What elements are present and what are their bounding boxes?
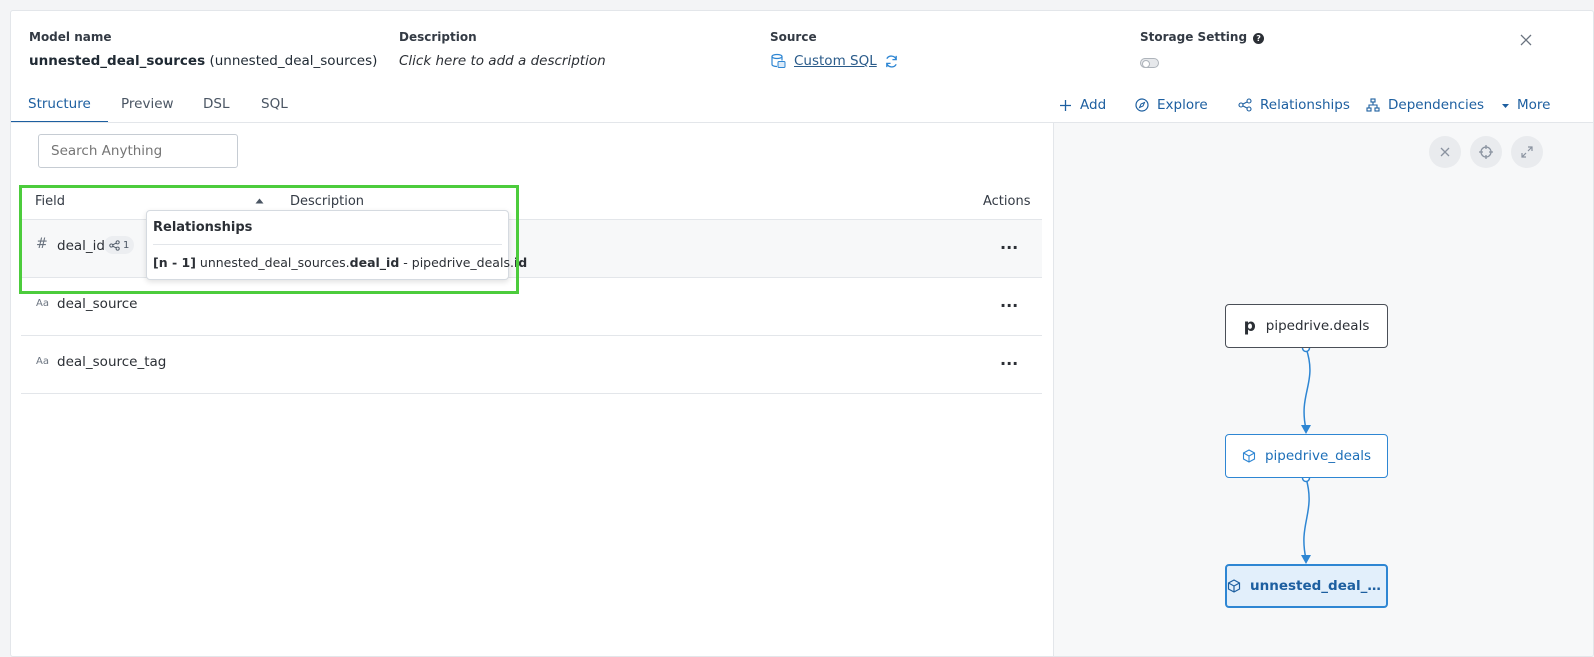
to-field: id bbox=[513, 255, 528, 270]
model-panel: Model name unnested_deal_sources (unnest… bbox=[10, 10, 1594, 657]
graph-node-pipedrive-deals-source[interactable]: p pipedrive.deals bbox=[1225, 304, 1388, 348]
more-label: More bbox=[1517, 97, 1551, 113]
search-input[interactable] bbox=[38, 134, 238, 168]
storage-toggle[interactable] bbox=[1140, 58, 1159, 68]
to-model: pipedrive_deals. bbox=[411, 255, 514, 270]
relationships-button[interactable]: Relationships bbox=[1238, 97, 1350, 113]
from-field: deal_id bbox=[349, 255, 400, 270]
model-name-section: Model name unnested_deal_sources (unnest… bbox=[29, 30, 377, 69]
field-name: deal_source bbox=[57, 296, 138, 312]
storage-toggle-wrap bbox=[1140, 53, 1264, 72]
from-model: unnested_deal_sources. bbox=[199, 255, 350, 270]
tab-dsl[interactable]: DSL bbox=[186, 95, 247, 123]
explore-button[interactable]: Explore bbox=[1135, 97, 1208, 113]
share-nodes-icon bbox=[1238, 98, 1252, 112]
description-input[interactable]: Click here to add a description bbox=[399, 53, 606, 69]
row-menu-button[interactable]: ··· bbox=[1000, 238, 1018, 257]
help-icon[interactable]: ? bbox=[1253, 33, 1265, 44]
tab-structure[interactable]: Structure bbox=[11, 95, 108, 123]
add-label: Add bbox=[1080, 97, 1107, 113]
custom-sql-link[interactable]: Custom SQL bbox=[794, 53, 877, 69]
relationships-popover: Relationships [n - 1] unnested_deal_sour… bbox=[146, 210, 527, 280]
field-name: deal_id bbox=[57, 238, 105, 254]
node-label: unnested_deal_s... bbox=[1250, 578, 1386, 594]
relationship-count: 1 bbox=[123, 239, 130, 251]
row-menu-button[interactable]: ··· bbox=[1000, 296, 1018, 315]
model-name: unnested_deal_sources bbox=[29, 53, 206, 69]
popover-divider bbox=[153, 244, 502, 245]
graph-node-pipedrive-deals-model[interactable]: pipedrive_deals bbox=[1225, 434, 1388, 478]
hierarchy-icon bbox=[1366, 98, 1380, 112]
compass-icon bbox=[1135, 98, 1149, 112]
relationships-label: Relationships bbox=[1260, 97, 1350, 113]
relationship-badge[interactable]: 1 bbox=[104, 236, 135, 254]
cube-icon bbox=[1242, 449, 1256, 463]
model-name-label: Model name bbox=[29, 30, 112, 44]
caret-down-icon bbox=[1502, 103, 1509, 108]
model-name-value[interactable]: unnested_deal_sources (unnested_deal_sou… bbox=[29, 53, 377, 69]
storage-section: Storage Setting? bbox=[1140, 30, 1265, 72]
dependency-graph: p pipedrive.deals pipedrive_deals unnest… bbox=[1054, 123, 1593, 656]
model-name-paren: (unnested_deal_sources) bbox=[209, 53, 378, 69]
source-section: Source Custom SQL bbox=[770, 30, 899, 69]
description-label: Description bbox=[399, 30, 477, 44]
pipedrive-logo-icon: p bbox=[1243, 315, 1256, 336]
source-value: Custom SQL bbox=[770, 53, 899, 69]
text-type-icon: Aa bbox=[36, 356, 49, 367]
storage-label: Storage Setting bbox=[1140, 30, 1248, 44]
storage-label-row: Storage Setting? bbox=[1140, 30, 1265, 47]
graph-node-current-model[interactable]: unnested_deal_s... bbox=[1225, 564, 1388, 608]
field-name: deal_source_tag bbox=[57, 354, 167, 370]
edge-arrow bbox=[1301, 555, 1311, 564]
table-row[interactable]: Aa deal_source_tag ··· bbox=[21, 336, 1042, 394]
field-column-header[interactable]: Field bbox=[35, 194, 65, 209]
source-label: Source bbox=[770, 30, 817, 44]
description-column-header: Description bbox=[290, 194, 365, 209]
sort-asc-icon[interactable] bbox=[255, 193, 264, 208]
relation-separator: - bbox=[399, 255, 412, 270]
node-label: pipedrive_deals bbox=[1264, 448, 1372, 464]
table-row[interactable]: Aa deal_source ··· bbox=[21, 278, 1042, 336]
cardinality: [n - 1] bbox=[153, 255, 196, 270]
close-icon[interactable] bbox=[1518, 32, 1534, 48]
edge-arrow bbox=[1301, 425, 1311, 434]
tab-preview[interactable]: Preview bbox=[104, 95, 191, 123]
popover-title: Relationships bbox=[153, 220, 253, 235]
explore-label: Explore bbox=[1157, 97, 1208, 113]
node-label: pipedrive.deals bbox=[1265, 318, 1370, 334]
tab-sql[interactable]: SQL bbox=[244, 95, 305, 123]
row-menu-button[interactable]: ··· bbox=[1000, 354, 1018, 373]
graph-edge bbox=[1303, 477, 1310, 560]
add-button[interactable]: Add bbox=[1059, 97, 1106, 113]
more-button[interactable]: More bbox=[1501, 97, 1550, 113]
plus-icon bbox=[1060, 99, 1071, 111]
actions-column-header: Actions bbox=[983, 194, 1031, 209]
sql-source-icon bbox=[770, 53, 786, 69]
cube-icon bbox=[1227, 579, 1241, 593]
text-type-icon: Aa bbox=[36, 298, 49, 309]
graph-edge bbox=[1303, 347, 1311, 430]
dependencies-label: Dependencies bbox=[1388, 97, 1485, 113]
share-nodes-icon bbox=[109, 239, 120, 251]
dependencies-button[interactable]: Dependencies bbox=[1366, 97, 1484, 113]
refresh-icon[interactable] bbox=[884, 54, 899, 69]
description-section: Description Click here to add a descript… bbox=[399, 30, 606, 69]
number-type-icon: # bbox=[36, 236, 48, 252]
relationship-entry[interactable]: [n - 1] unnested_deal_sources.deal_id - … bbox=[153, 255, 527, 270]
